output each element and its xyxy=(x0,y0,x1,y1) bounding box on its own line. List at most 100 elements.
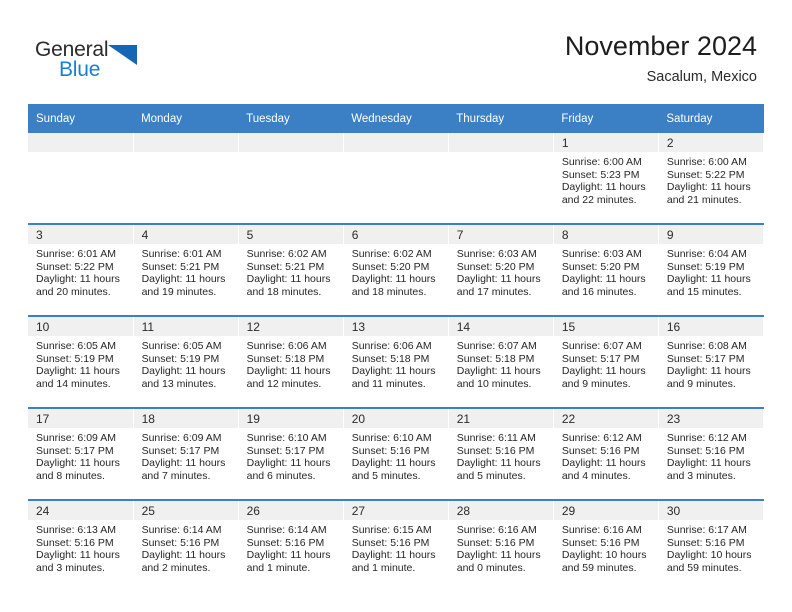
calendar-day-cell[interactable]: 8 Sunrise: 6:03 AM Sunset: 5:20 PM Daylight… xyxy=(553,223,659,316)
day-details: Sunrise: 6:02 AM Sunset: 5:20 PM Daylight:… xyxy=(344,244,448,298)
sunset-text: Sunset: 5:16 PM xyxy=(351,444,430,457)
calendar-day-cell[interactable]: 20 Sunrise: 6:10 AM Sunset: 5:16 PM Dayligh… xyxy=(343,407,449,500)
calendar-cell-inner xyxy=(238,133,343,223)
calendar-cell-inner: 8 Sunrise: 6:03 AM Sunset: 5:20 PM Daylight… xyxy=(553,225,658,315)
sunset-text: Sunset: 5:23 PM xyxy=(561,168,640,181)
daylight-text-line1: Daylight: 11 hours xyxy=(141,457,226,470)
daylight-text-line1: Daylight: 10 hours xyxy=(561,549,647,562)
calendar-cell-inner: 21 Sunrise: 6:11 AM Sunset: 5:16 PM Dayligh… xyxy=(448,409,553,499)
daylight-text-line2: and 13 minutes. xyxy=(141,377,217,390)
sunrise-text: Sunrise: 6:07 AM xyxy=(456,340,537,352)
calendar-day-cell[interactable]: 5 Sunrise: 6:02 AM Sunset: 5:21 PM Daylight… xyxy=(238,223,344,316)
day-details: Sunrise: 6:11 AM Sunset: 5:16 PM Daylight:… xyxy=(449,428,553,482)
daylight-text-line1: Daylight: 11 hours xyxy=(141,273,226,286)
sunrise-text: Sunrise: 6:04 AM xyxy=(666,248,747,260)
calendar-day-cell[interactable]: 7 Sunrise: 6:03 AM Sunset: 5:20 PM Daylight… xyxy=(448,223,554,316)
calendar-day-cell[interactable]: 30 Sunrise: 6:17 AM Sunset: 5:16 PM Dayligh… xyxy=(658,499,765,591)
daylight-text-line1: Daylight: 11 hours xyxy=(36,273,120,286)
day-number: 23 xyxy=(666,412,681,426)
calendar-day-cell[interactable]: 21 Sunrise: 6:11 AM Sunset: 5:16 PM Dayligh… xyxy=(448,407,554,500)
sunset-text: Sunset: 5:16 PM xyxy=(666,536,745,549)
calendar-day-cell[interactable]: 29 Sunrise: 6:16 AM Sunset: 5:16 PM Dayligh… xyxy=(553,499,659,591)
day-details: Sunrise: 6:04 AM Sunset: 5:19 PM Daylight:… xyxy=(659,244,763,298)
sunrise-text: Sunrise: 6:12 AM xyxy=(561,432,642,444)
daylight-text-line1: Daylight: 11 hours xyxy=(351,549,436,562)
day-number: 30 xyxy=(666,504,681,518)
daylight-text-line2: and 3 minutes. xyxy=(36,561,105,574)
calendar-cell-inner: 11 Sunrise: 6:05 AM Sunset: 5:19 PM Dayligh… xyxy=(133,317,238,407)
calendar-day-cell[interactable]: 11 Sunrise: 6:05 AM Sunset: 5:19 PM Dayligh… xyxy=(133,315,239,408)
calendar-day-cell[interactable]: 24 Sunrise: 6:13 AM Sunset: 5:16 PM Dayligh… xyxy=(28,499,134,591)
day-number: 21 xyxy=(456,412,471,426)
calendar-day-cell[interactable]: 17 Sunrise: 6:09 AM Sunset: 5:17 PM Dayligh… xyxy=(28,407,134,500)
daylight-text-line1: Daylight: 11 hours xyxy=(561,181,646,194)
day-number-strip: 25 xyxy=(133,501,238,520)
day-number-strip: 24 xyxy=(28,501,133,520)
sunset-text: Sunset: 5:16 PM xyxy=(36,536,114,549)
calendar-cell-inner: 15 Sunrise: 6:07 AM Sunset: 5:17 PM Dayligh… xyxy=(553,317,658,407)
day-number-strip: 15 xyxy=(553,317,658,336)
daylight-text-line1: Daylight: 11 hours xyxy=(456,365,541,378)
day-number-strip: 20 xyxy=(343,409,448,428)
sunset-text: Sunset: 5:21 PM xyxy=(141,260,220,273)
daylight-text-line2: and 0 minutes. xyxy=(456,561,526,574)
sunset-text: Sunset: 5:18 PM xyxy=(456,352,535,365)
calendar-cell-inner xyxy=(133,133,238,223)
calendar-day-cell[interactable]: 2 Sunrise: 6:00 AM Sunset: 5:22 PM Daylight… xyxy=(658,133,765,224)
daylight-text-line2: and 5 minutes. xyxy=(351,469,421,482)
sunrise-text: Sunrise: 6:02 AM xyxy=(351,248,432,260)
calendar-day-cell[interactable]: 22 Sunrise: 6:12 AM Sunset: 5:16 PM Dayligh… xyxy=(553,407,659,500)
day-number: 10 xyxy=(36,320,50,334)
calendar-day-cell[interactable]: 23 Sunrise: 6:12 AM Sunset: 5:16 PM Dayligh… xyxy=(658,407,765,500)
calendar-day-cell[interactable]: 26 Sunrise: 6:14 AM Sunset: 5:16 PM Dayligh… xyxy=(238,499,344,591)
sunset-text: Sunset: 5:16 PM xyxy=(561,444,640,457)
day-number-strip: 11 xyxy=(133,317,238,336)
sunset-text: Sunset: 5:16 PM xyxy=(141,536,220,549)
sunrise-text: Sunrise: 6:10 AM xyxy=(246,432,327,444)
sunset-text: Sunset: 5:17 PM xyxy=(141,444,220,457)
calendar-day-cell[interactable]: 19 Sunrise: 6:10 AM Sunset: 5:17 PM Dayligh… xyxy=(238,407,344,500)
daylight-text-line1: Daylight: 11 hours xyxy=(351,457,436,470)
sunrise-text: Sunrise: 6:17 AM xyxy=(666,524,747,536)
day-number-strip: 18 xyxy=(133,409,238,428)
day-number: 16 xyxy=(666,320,681,334)
day-details: Sunrise: 6:10 AM Sunset: 5:17 PM Daylight:… xyxy=(239,428,343,482)
day-number-strip: 28 xyxy=(448,501,553,520)
logo-text-blue: Blue xyxy=(59,58,101,81)
calendar-cell-inner: 18 Sunrise: 6:09 AM Sunset: 5:17 PM Dayligh… xyxy=(133,409,238,499)
calendar-day-cell[interactable]: 13 Sunrise: 6:06 AM Sunset: 5:18 PM Dayligh… xyxy=(343,315,449,408)
calendar-day-cell[interactable]: 28 Sunrise: 6:16 AM Sunset: 5:16 PM Dayligh… xyxy=(448,499,554,591)
sunrise-text: Sunrise: 6:16 AM xyxy=(456,524,537,536)
daylight-text-line1: Daylight: 11 hours xyxy=(666,181,751,194)
calendar-day-cell[interactable]: 27 Sunrise: 6:15 AM Sunset: 5:16 PM Dayligh… xyxy=(343,499,449,591)
daylight-text-line2: and 15 minutes. xyxy=(666,285,742,298)
day-number: 12 xyxy=(246,320,260,334)
day-number: 28 xyxy=(456,504,471,518)
day-details: Sunrise: 6:01 AM Sunset: 5:21 PM Daylight:… xyxy=(134,244,238,298)
calendar-day-cell[interactable]: 12 Sunrise: 6:06 AM Sunset: 5:18 PM Dayligh… xyxy=(238,315,344,408)
sunrise-text: Sunrise: 6:12 AM xyxy=(666,432,747,444)
calendar-day-cell[interactable]: 9 Sunrise: 6:04 AM Sunset: 5:19 PM Daylight… xyxy=(658,223,765,316)
day-details: Sunrise: 6:06 AM Sunset: 5:18 PM Daylight:… xyxy=(239,336,343,390)
calendar-day-cell[interactable]: 16 Sunrise: 6:08 AM Sunset: 5:17 PM Dayligh… xyxy=(658,315,765,408)
calendar-cell-inner: 10 Sunrise: 6:05 AM Sunset: 5:19 PM Dayligh… xyxy=(28,317,133,407)
calendar-day-cell[interactable]: 15 Sunrise: 6:07 AM Sunset: 5:17 PM Dayligh… xyxy=(553,315,659,408)
calendar-cell-empty xyxy=(448,133,554,224)
weekday-header-saturday: Saturday xyxy=(658,104,764,133)
calendar-day-cell[interactable]: 10 Sunrise: 6:05 AM Sunset: 5:19 PM Dayligh… xyxy=(28,315,134,408)
calendar-day-cell[interactable]: 6 Sunrise: 6:02 AM Sunset: 5:20 PM Daylight… xyxy=(343,223,449,316)
calendar-day-cell[interactable]: 14 Sunrise: 6:07 AM Sunset: 5:18 PM Dayligh… xyxy=(448,315,554,408)
day-number-strip: 5 xyxy=(238,225,343,244)
calendar-day-cell[interactable]: 3 Sunrise: 6:01 AM Sunset: 5:22 PM Daylight… xyxy=(28,223,134,316)
general-blue-logo[interactable]: General Blue xyxy=(35,38,155,86)
sunset-text: Sunset: 5:20 PM xyxy=(561,260,640,273)
calendar-cell-inner: 20 Sunrise: 6:10 AM Sunset: 5:16 PM Dayligh… xyxy=(343,409,448,499)
sunrise-text: Sunrise: 6:01 AM xyxy=(141,248,222,260)
daylight-text-line2: and 9 minutes. xyxy=(561,377,631,390)
day-details: Sunrise: 6:10 AM Sunset: 5:16 PM Daylight:… xyxy=(344,428,448,482)
calendar-day-cell[interactable]: 4 Sunrise: 6:01 AM Sunset: 5:21 PM Daylight… xyxy=(133,223,239,316)
calendar-cell-inner: 23 Sunrise: 6:12 AM Sunset: 5:16 PM Dayligh… xyxy=(658,409,763,499)
calendar-day-cell[interactable]: 25 Sunrise: 6:14 AM Sunset: 5:16 PM Dayligh… xyxy=(133,499,239,591)
calendar-day-cell[interactable]: 1 Sunrise: 6:00 AM Sunset: 5:23 PM Daylight… xyxy=(553,133,659,224)
calendar-day-cell[interactable]: 18 Sunrise: 6:09 AM Sunset: 5:17 PM Dayligh… xyxy=(133,407,239,500)
